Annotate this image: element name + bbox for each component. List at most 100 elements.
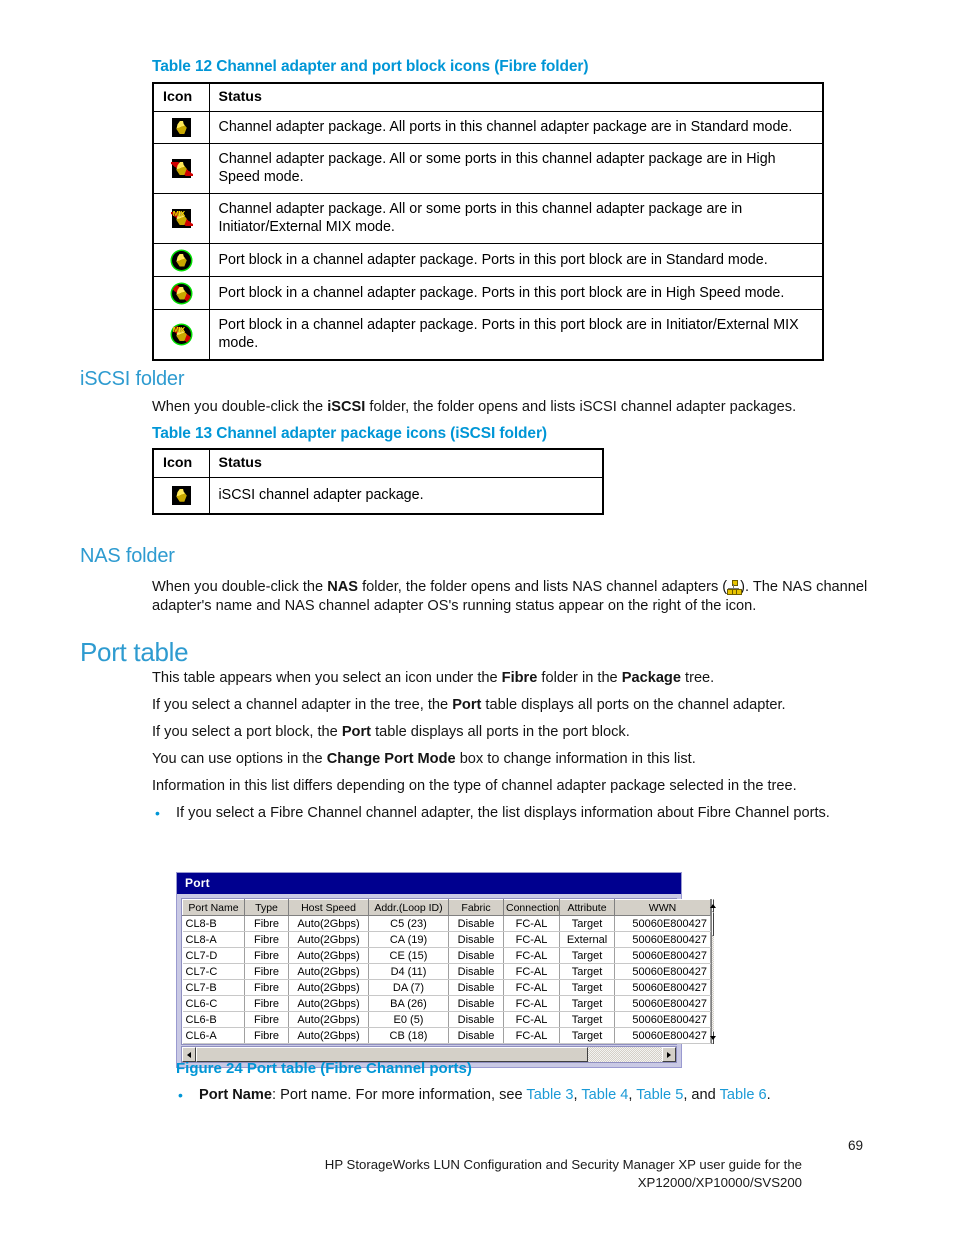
cell-attribute: External [559, 931, 615, 948]
grid-col-wwn[interactable]: WWN [614, 899, 711, 916]
p3-part1: If you select a port block, the [152, 724, 342, 740]
grid-col-fabric[interactable]: Fabric [448, 899, 504, 916]
grid-col-host-speed[interactable]: Host Speed [288, 899, 369, 916]
p1-bold-fibre: Fibre [501, 670, 538, 686]
cell-host-speed: Auto(2Gbps) [288, 947, 369, 964]
port-row[interactable]: CL7-C Fibre Auto(2Gbps) D4 (11) Disable FC-AL… [182, 963, 711, 980]
cell-fabric: Disable [448, 995, 504, 1012]
cell-type: Fibre [244, 963, 289, 980]
page-footer: HP StorageWorks LUN Configuration and Se… [290, 1138, 802, 1192]
port-row[interactable]: CL6-C Fibre Auto(2Gbps) BA (26) Disable FC-AL… [182, 995, 711, 1012]
grid-col-connection[interactable]: Connection [503, 899, 560, 916]
grid-col-port-name[interactable]: Port Name [182, 899, 245, 916]
status-cell: Port block in a channel adapter package.… [208, 309, 824, 361]
cell-wwn: 50060E800427 [614, 1011, 711, 1028]
status-cell: iSCSI channel adapter package. [208, 477, 604, 514]
port-window-titlebar: Port [177, 873, 681, 894]
port-window-screenshot: Port Port Name Type Host Speed Addr.(Loo… [176, 872, 714, 1068]
cell-wwn: 50060E800427 [614, 947, 711, 964]
cell-type: Fibre [244, 979, 289, 996]
cell-port-name: CL6-C [182, 995, 245, 1012]
port-block-mix-icon: MIX [171, 325, 191, 344]
figure-24-caption: Figure 24 Port table (Fibre Channel port… [176, 1060, 472, 1077]
cell-wwn: 50060E800427 [614, 931, 711, 948]
grid-col-type[interactable]: Type [244, 899, 289, 916]
bullet-text-a: : Port name. For more information, see [272, 1087, 527, 1103]
icon-cell [152, 477, 210, 514]
table-row: MIX Port block in a channel adapter pack… [152, 309, 824, 361]
grid-col-addr-loop-id[interactable]: Addr.(Loop ID) [368, 899, 449, 916]
cell-addr-loop-id: BA (26) [368, 995, 449, 1012]
port-row[interactable]: CL7-B Fibre Auto(2Gbps) DA (7) Disable FC-AL T… [182, 979, 711, 996]
grid-header-row: Port Name Type Host Speed Addr.(Loop ID)… [182, 899, 711, 916]
vertical-scrollbar[interactable] [711, 899, 714, 1044]
cell-type: Fibre [244, 931, 289, 948]
port-row[interactable]: CL7-D Fibre Auto(2Gbps) CE (15) Disable FC-AL… [182, 947, 711, 964]
footer-line-2: XP12000/XP10000/SVS200 [637, 1175, 802, 1190]
cell-addr-loop-id: CB (18) [368, 1027, 449, 1044]
xref-table-3[interactable]: Table 3 [526, 1087, 573, 1103]
port-window-body: Port Name Type Host Speed Addr.(Loop ID)… [181, 898, 714, 1045]
cell-connection: FC-AL [503, 915, 560, 932]
table-row: iSCSI channel adapter package. [152, 477, 604, 514]
status-cell: Channel adapter package. All or some por… [208, 143, 824, 194]
port-row[interactable]: CL6-B Fibre Auto(2Gbps) E0 (5) Disable FC-AL T… [182, 1011, 711, 1028]
scroll-up-button[interactable] [712, 899, 714, 912]
port-row[interactable]: CL6-A Fibre Auto(2Gbps) CB (18) Disable FC-AL… [182, 1027, 711, 1044]
sep-end: . [766, 1087, 771, 1103]
horizontal-scroll-trough[interactable] [588, 1047, 662, 1062]
cell-port-name: CL7-C [182, 963, 245, 980]
cell-addr-loop-id: DA (7) [368, 979, 449, 996]
cell-wwn: 50060E800427 [614, 963, 711, 980]
figure-24-bullet: Port Name: Port name. For more informati… [199, 1086, 899, 1105]
cell-host-speed: Auto(2Gbps) [288, 915, 369, 932]
channel-adapter-standard-icon [171, 118, 191, 137]
cell-host-speed: Auto(2Gbps) [288, 995, 369, 1012]
table-row: Channel adapter package. All or some por… [152, 143, 824, 194]
table-13-caption: Table 13 Channel adapter package icons (… [152, 425, 547, 443]
cell-wwn: 50060E800427 [614, 995, 711, 1012]
cell-port-name: CL7-D [182, 947, 245, 964]
cell-connection: FC-AL [503, 931, 560, 948]
p4-part1: You can use options in the [152, 751, 327, 767]
p1-part3: folder in the [537, 670, 622, 686]
port-row[interactable]: CL8-A Fibre Auto(2Gbps) CA (19) Disable FC-AL… [182, 931, 711, 948]
port-table-bullet-1: If you select a Fibre Channel channel ad… [176, 804, 876, 823]
icon-cell: MIX [152, 193, 210, 244]
cell-host-speed: Auto(2Gbps) [288, 1011, 369, 1028]
scroll-right-button[interactable] [662, 1047, 676, 1062]
bullet-marker: • [178, 1087, 183, 1103]
port-row[interactable]: CL8-B Fibre Auto(2Gbps) C5 (23) Disable FC-AL… [182, 915, 711, 932]
p2-part1: If you select a channel adapter in the t… [152, 697, 453, 713]
xref-table-5[interactable]: Table 5 [636, 1087, 683, 1103]
scroll-down-button[interactable] [712, 1031, 714, 1044]
xref-table-6[interactable]: Table 6 [720, 1087, 767, 1103]
vertical-scroll-trough[interactable] [712, 936, 714, 1031]
cell-port-name: CL8-B [182, 915, 245, 932]
port-table-paragraph-1: This table appears when you select an ic… [152, 669, 912, 688]
iscsi-intro-text-a: When you double-click the [152, 399, 328, 415]
table-12-channel-adapter-port-block-icons: Icon Status Channel adapter package. All… [152, 82, 824, 361]
p3-part3: table displays all ports in the port blo… [371, 724, 630, 740]
cell-attribute: Target [559, 1027, 615, 1044]
grid-col-attribute[interactable]: Attribute [559, 899, 615, 916]
bullet-marker: • [155, 805, 160, 821]
icon-cell: MIX [152, 309, 210, 361]
p1-part5: tree. [680, 670, 715, 686]
table-row: Channel adapter package. All ports in th… [152, 111, 824, 144]
vertical-scroll-thumb[interactable] [712, 912, 714, 936]
port-table-paragraph-3: If you select a port block, the Port tab… [152, 723, 912, 742]
cell-host-speed: Auto(2Gbps) [288, 979, 369, 996]
cell-host-speed: Auto(2Gbps) [288, 931, 369, 948]
status-cell: Channel adapter package. All ports in th… [208, 111, 824, 144]
cell-fabric: Disable [448, 979, 504, 996]
iscsi-channel-adapter-icon [171, 485, 191, 505]
cell-port-name: CL8-A [182, 931, 245, 948]
column-header-status: Status [208, 82, 824, 112]
p4-bold-change-port-mode: Change Port Mode [326, 751, 456, 767]
sep-3: , and [683, 1087, 720, 1103]
xref-table-4[interactable]: Table 4 [581, 1087, 628, 1103]
cell-attribute: Target [559, 979, 615, 996]
cell-addr-loop-id: D4 (11) [368, 963, 449, 980]
port-table-paragraph-5: Information in this list differs dependi… [152, 778, 797, 794]
